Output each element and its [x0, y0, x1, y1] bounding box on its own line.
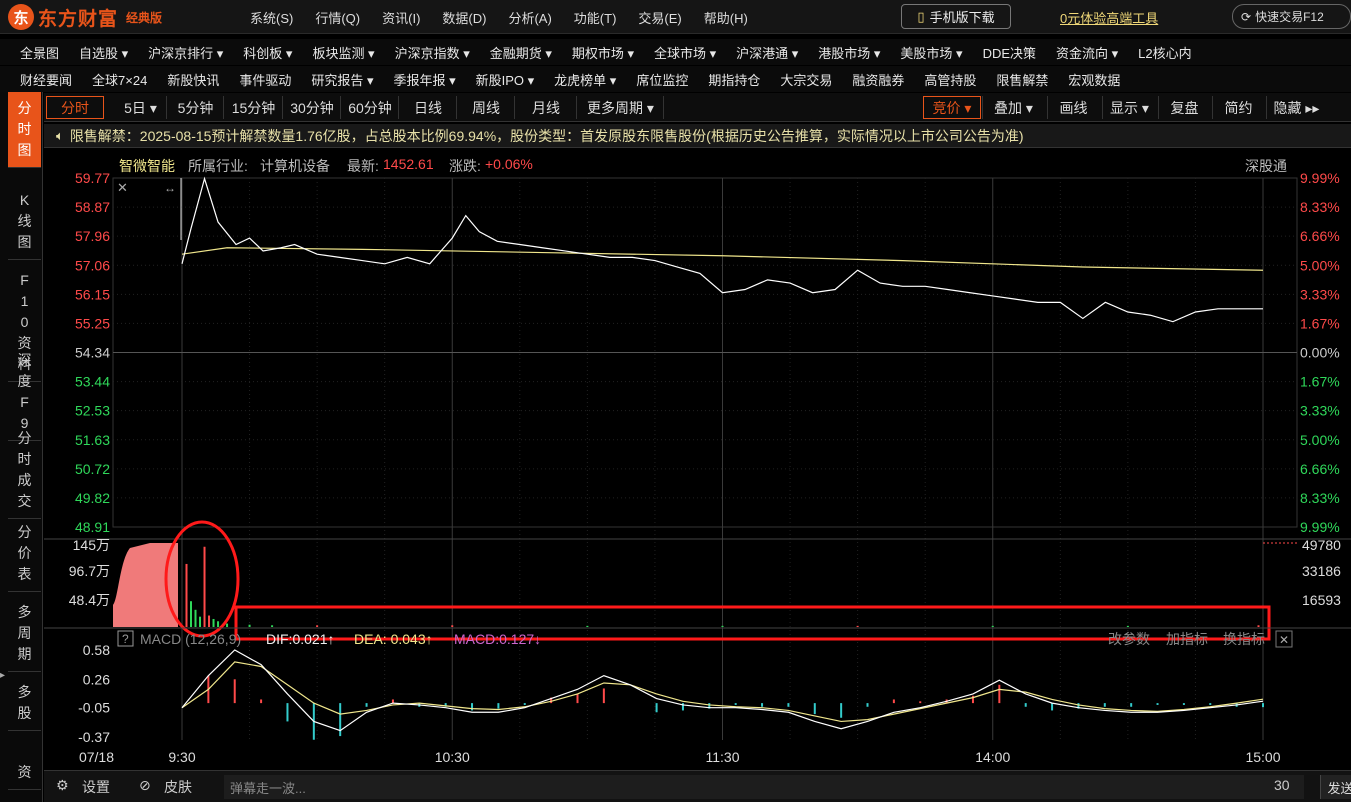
close-icon: ✕: [117, 180, 128, 195]
price-tick-right-12: 9.99%: [1300, 519, 1340, 535]
time-tick-5: 15:00: [1245, 749, 1280, 765]
price-tick-left-3: 57.06: [75, 257, 110, 273]
macd-tick-3: -0.37: [78, 729, 110, 745]
price-tick-right-3: 5.00%: [1300, 257, 1340, 273]
skin-icon[interactable]: ⊘: [139, 777, 151, 794]
time-tick-0: 07/18: [79, 749, 114, 765]
price-tick-right-8: 3.33%: [1300, 403, 1340, 419]
price-tick-left-9: 51.63: [75, 432, 110, 448]
macd-tick-2: -0.05: [78, 700, 110, 716]
price-tick-right-1: 8.33%: [1300, 199, 1340, 215]
macd-action-0[interactable]: 改参数: [1108, 631, 1150, 647]
price-tick-left-12: 48.91: [75, 519, 110, 535]
time-tick-4: 14:00: [975, 749, 1010, 765]
danmu-input[interactable]: 弹幕走一波...: [224, 775, 1304, 799]
macd-legend-2: DEA: 0.043↑: [354, 631, 433, 647]
macd-tick-0: 0.58: [83, 642, 110, 658]
price-tick-right-5: 1.67%: [1300, 315, 1340, 331]
volume-tick-right-1: 33186: [1302, 563, 1341, 579]
volume-tick-right-0: 49780: [1302, 537, 1341, 553]
macd-action-1[interactable]: 加指标: [1166, 631, 1208, 647]
time-tick-3: 11:30: [706, 749, 740, 765]
price-tick-left-7: 53.44: [75, 374, 110, 390]
send-button[interactable]: 发送: [1320, 775, 1351, 799]
price-tick-right-2: 6.66%: [1300, 228, 1340, 244]
volume-tick-left-1: 96.7万: [69, 563, 110, 579]
price-tick-right-11: 8.33%: [1300, 490, 1340, 506]
price-tick-left-0: 59.77: [75, 170, 110, 186]
macd-close-icon: ✕: [1279, 633, 1289, 647]
macd-tick-1: 0.26: [83, 671, 110, 687]
price-tick-left-8: 52.53: [75, 403, 110, 419]
price-tick-right-9: 5.00%: [1300, 432, 1340, 448]
resize-icon: ↔: [164, 181, 176, 195]
price-tick-right-6: 0.00%: [1300, 345, 1340, 361]
price-tick-left-6: 54.34: [75, 345, 110, 361]
macd-legend-3: MACD:0.127↓: [454, 631, 541, 647]
gear-icon[interactable]: ⚙: [56, 777, 69, 794]
time-tick-2: 10:30: [435, 749, 470, 765]
skin-label[interactable]: 皮肤: [164, 777, 192, 797]
macd-legend-0: MACD (12,26,9): [140, 631, 241, 647]
volume-tick-right-2: 16593: [1302, 592, 1341, 608]
intraday-chart: 59.77 9.99% 58.87 8.33% 57.96 6.66% 57.06 5.00%…: [44, 170, 1351, 765]
settings-label[interactable]: 设置: [82, 777, 110, 797]
price-tick-right-0: 9.99%: [1300, 170, 1340, 186]
price-tick-right-7: 1.67%: [1300, 374, 1340, 390]
volume-tick-left-0: 145万: [73, 537, 110, 553]
price-tick-left-1: 58.87: [75, 199, 110, 215]
price-tick-right-10: 6.66%: [1300, 461, 1340, 477]
macd-action-2[interactable]: 换指标: [1223, 631, 1265, 647]
macd-legend-1: DIF:0.021↑: [266, 631, 334, 647]
time-tick-1: 9:30: [168, 749, 195, 765]
price-tick-left-2: 57.96: [75, 228, 110, 244]
price-tick-left-11: 49.82: [75, 490, 110, 506]
price-tick-left-10: 50.72: [75, 461, 110, 477]
bottom-bar: ⚙ 设置 ⊘ 皮肤 弹幕走一波... 30 发送: [44, 770, 1351, 802]
danmu-count: 30: [1274, 777, 1290, 793]
price-tick-left-5: 55.25: [75, 315, 110, 331]
help-icon-glyph: ?: [122, 632, 129, 646]
volume-tick-left-2: 48.4万: [69, 592, 110, 608]
price-tick-left-4: 56.15: [75, 286, 110, 302]
price-tick-right-4: 3.33%: [1300, 286, 1340, 302]
